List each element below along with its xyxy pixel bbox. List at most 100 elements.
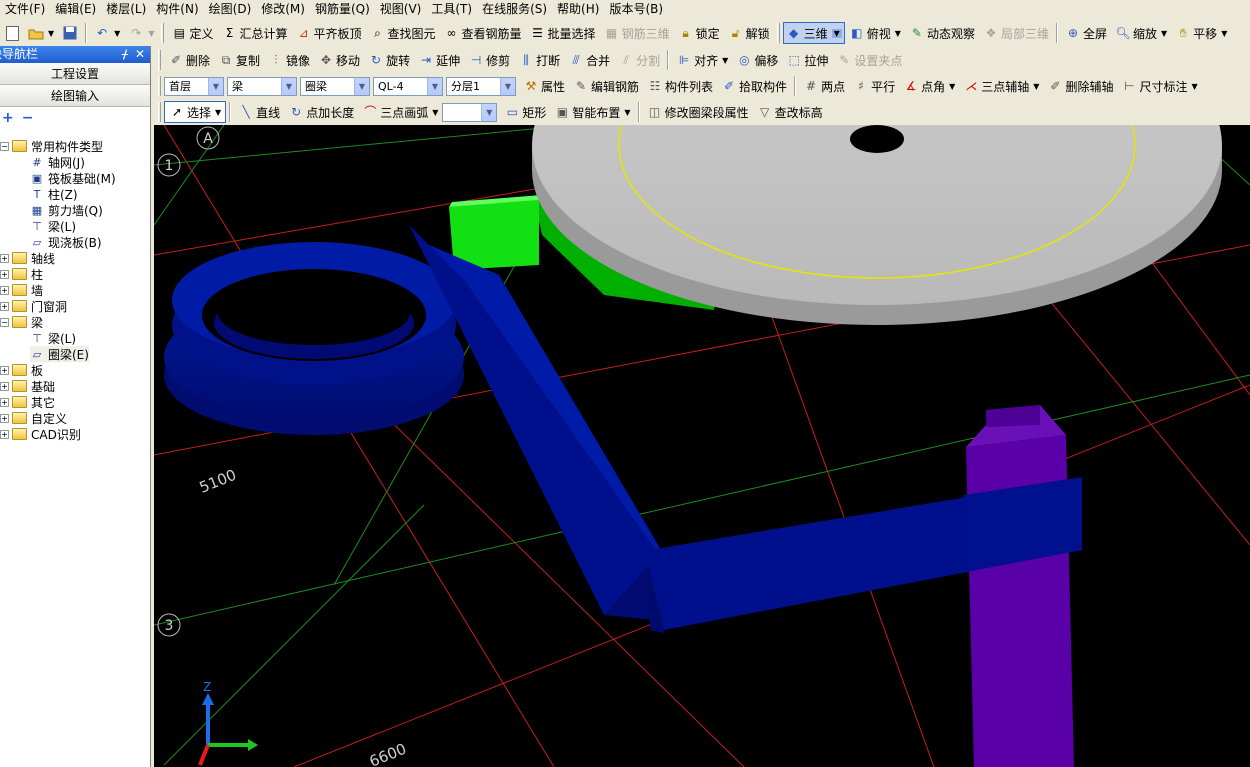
tree-folder[interactable]: + 墙	[0, 282, 43, 298]
view-3d-dropdown[interactable]: ◆ 三维 ▼	[782, 22, 845, 44]
tree-item[interactable]: ⊤ 梁(L)	[30, 330, 76, 346]
tree-item[interactable]: ▣ 筏板基础(M)	[30, 170, 116, 186]
select-button[interactable]: ➚ 选择 ▼	[164, 101, 227, 123]
offset-button[interactable]: ◎ 偏移	[732, 49, 782, 71]
menu-file[interactable]: 文件(F)	[0, 0, 50, 18]
level-slab-top-button[interactable]: ⊿ 平齐板顶	[292, 22, 366, 44]
pin-icon[interactable]: ᚋ	[122, 46, 128, 63]
collapse-all-icon[interactable]: −	[22, 110, 34, 126]
menu-online-service[interactable]: 在线服务(S)	[477, 0, 552, 18]
menu-floor[interactable]: 楼层(L)	[101, 0, 151, 18]
floor-select[interactable]: 首层 ▼	[164, 76, 224, 96]
define-button[interactable]: ▤ 定义	[167, 22, 217, 44]
expand-icon[interactable]: +	[0, 285, 9, 295]
collapse-icon[interactable]: −	[0, 317, 9, 327]
modify-segment-button[interactable]: ◫ 修改圈梁段属性	[643, 101, 753, 123]
parallel-button[interactable]: ♯ 平行	[849, 75, 899, 97]
tree-item[interactable]: ▦ 剪力墙(Q)	[30, 202, 103, 218]
mirror-button[interactable]: ⫶ 镜像	[264, 49, 314, 71]
two-points-button[interactable]: # 两点	[799, 75, 849, 97]
edit-rebar-button[interactable]: ✎ 编辑钢筋	[569, 75, 643, 97]
layer-select[interactable]: 分层1 ▼	[446, 76, 516, 96]
menu-component[interactable]: 构件(N)	[151, 0, 203, 18]
tree-folder[interactable]: − 常用构件类型	[0, 138, 103, 154]
top-view-button[interactable]: ◧ 俯视 ▼	[845, 22, 905, 44]
tree-folder[interactable]: + 柱	[0, 266, 43, 282]
redo-button[interactable]: ↷ ▼	[124, 22, 158, 44]
break-button[interactable]: ⫼ 打断	[514, 49, 564, 71]
expand-icon[interactable]: +	[0, 253, 9, 263]
undo-button[interactable]: ↶ ▼	[90, 22, 124, 44]
unlock-button[interactable]: 🔓︎ 解锁	[724, 22, 774, 44]
move-button[interactable]: ✥ 移动	[314, 49, 364, 71]
expand-all-icon[interactable]: +	[2, 110, 14, 126]
pan-button[interactable]: ✋︎ 平移 ▼	[1171, 22, 1231, 44]
menu-rebar-qty[interactable]: 钢筋量(Q)	[310, 0, 375, 18]
category-select[interactable]: 梁 ▼	[227, 76, 297, 96]
view-rebar-qty-button[interactable]: ∞ 查看钢筋量	[440, 22, 526, 44]
smart-layout-button[interactable]: ▣ 智能布置 ▼	[550, 101, 634, 123]
properties-button[interactable]: ⚒ 属性	[519, 75, 569, 97]
delete-aux-button[interactable]: ✐ 删除辅轴	[1043, 75, 1117, 97]
expand-icon[interactable]: +	[0, 301, 9, 311]
expand-icon[interactable]: +	[0, 269, 9, 279]
align-button[interactable]: ⊫ 对齐 ▼	[672, 49, 732, 71]
three-point-aux-button[interactable]: ⋌ 三点辅轴 ▼	[959, 75, 1043, 97]
3d-viewport[interactable]: A 1 3 5100 6600 Z	[154, 125, 1250, 767]
menu-help[interactable]: 帮助(H)	[552, 0, 604, 18]
pick-component-button[interactable]: ✐ 拾取构件	[717, 75, 791, 97]
split-button[interactable]: ⫽ 分割	[614, 49, 664, 71]
toolbar-grip[interactable]	[158, 102, 161, 122]
trim-button[interactable]: ⊣ 修剪	[464, 49, 514, 71]
arc-option-select[interactable]: ▼	[442, 102, 498, 122]
tree-folder[interactable]: + CAD识别	[0, 426, 81, 442]
new-file-button[interactable]	[0, 22, 24, 44]
tree-item[interactable]: # 轴网(J)	[30, 154, 85, 170]
menu-modify[interactable]: 修改(M)	[256, 0, 310, 18]
expand-icon[interactable]: +	[0, 381, 9, 391]
expand-icon[interactable]: +	[0, 365, 9, 375]
save-button[interactable]	[58, 22, 82, 44]
toolbar-grip[interactable]	[158, 50, 161, 70]
close-icon[interactable]: ✕	[135, 46, 145, 63]
stretch-button[interactable]: ⬚ 拉伸	[782, 49, 832, 71]
tree-item[interactable]: ▱ 现浇板(B)	[30, 234, 102, 250]
lock-button[interactable]: 🔒︎ 锁定	[674, 22, 724, 44]
tree-item[interactable]: ⊤ 梁(L)	[30, 218, 76, 234]
tree-folder[interactable]: − 梁	[0, 314, 43, 330]
tree-folder[interactable]: + 自定义	[0, 410, 67, 426]
point-length-button[interactable]: ↻ 点加长度	[284, 101, 358, 123]
set-grip-button[interactable]: ✎ 设置夹点	[832, 49, 906, 71]
find-element-button[interactable]: ⌕ 查找图元	[366, 22, 440, 44]
check-elevation-button[interactable]: ▽ 查改标高	[753, 101, 827, 123]
zoom-button[interactable]: 🔍︎ 缩放 ▼	[1111, 22, 1171, 44]
toolbar-grip[interactable]	[158, 76, 161, 96]
tree-folder[interactable]: + 轴线	[0, 250, 55, 266]
project-settings-button[interactable]: 工程设置	[0, 63, 150, 85]
menu-edit[interactable]: 编辑(E)	[50, 0, 101, 18]
batch-select-button[interactable]: ☰ 批量选择	[526, 22, 600, 44]
copy-button[interactable]: ⧉ 复制	[214, 49, 264, 71]
delete-button[interactable]: ✐ 删除	[164, 49, 214, 71]
line-button[interactable]: ╲ 直线	[234, 101, 284, 123]
tree-folder[interactable]: + 其它	[0, 394, 55, 410]
menu-view[interactable]: 视图(V)	[375, 0, 427, 18]
expand-icon[interactable]: +	[0, 429, 9, 439]
rectangle-button[interactable]: ▭ 矩形	[500, 101, 550, 123]
expand-icon[interactable]: +	[0, 397, 9, 407]
tree-item[interactable]: ▱ 圈梁(E)	[30, 346, 89, 362]
fullscreen-button[interactable]: ⊕ 全屏	[1061, 22, 1111, 44]
menu-version[interactable]: 版本号(B)	[604, 0, 668, 18]
summary-calc-button[interactable]: Σ 汇总计算	[217, 22, 291, 44]
dynamic-observe-button[interactable]: ✎ 动态观察	[905, 22, 979, 44]
tree-folder[interactable]: + 门窗洞	[0, 298, 67, 314]
open-file-button[interactable]: ▼	[24, 22, 58, 44]
rotate-button[interactable]: ↻ 旋转	[364, 49, 414, 71]
component-name-select[interactable]: QL-4 ▼	[373, 76, 443, 96]
merge-button[interactable]: ⫻ 合并	[564, 49, 614, 71]
type-select[interactable]: 圈梁 ▼	[300, 76, 370, 96]
toolbar-grip[interactable]	[161, 23, 165, 43]
tree-folder[interactable]: + 基础	[0, 378, 55, 394]
point-angle-button[interactable]: ∡ 点角 ▼	[899, 75, 959, 97]
local-3d-button[interactable]: ❖ 局部三维	[979, 22, 1053, 44]
